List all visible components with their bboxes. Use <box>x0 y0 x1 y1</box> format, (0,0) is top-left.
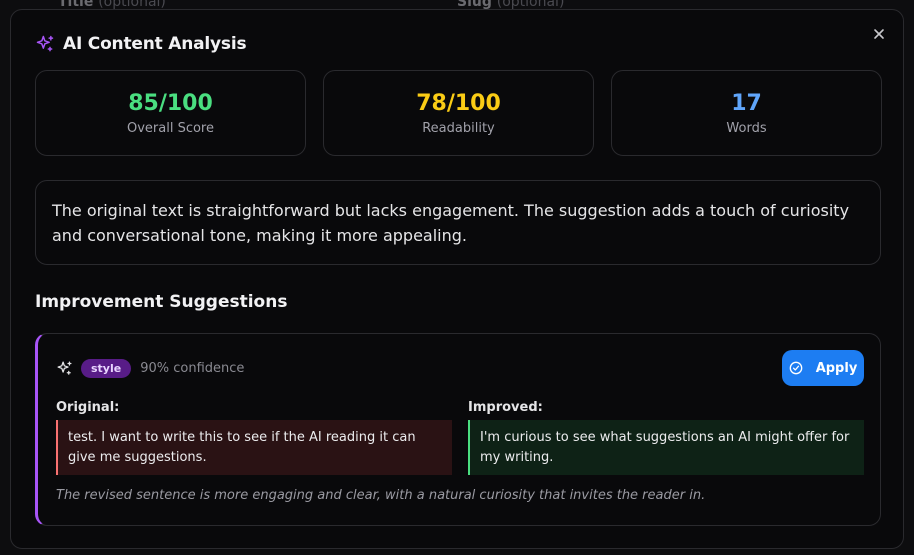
suggestions-heading: Improvement Suggestions <box>35 292 288 312</box>
text-comparison: Original: test. I want to write this to … <box>56 400 864 475</box>
original-label: Original: <box>56 400 120 415</box>
apply-label: Apply <box>815 360 858 376</box>
analysis-summary: The original text is straightforward but… <box>35 180 881 265</box>
stat-words: 17 Words <box>611 70 882 156</box>
sparkles-icon <box>57 360 72 375</box>
improved-label: Improved: <box>468 400 543 415</box>
original-text: test. I want to write this to see if the… <box>56 420 452 475</box>
improved-text: I'm curious to see what suggestions an A… <box>468 420 864 475</box>
apply-button[interactable]: Apply <box>782 350 864 386</box>
confidence-text: 90% confidence <box>140 360 245 376</box>
original-column: Original: test. I want to write this to … <box>56 400 452 475</box>
stat-value: 17 <box>731 90 762 116</box>
suggestion-type-badge: style <box>81 358 132 378</box>
close-icon <box>874 29 884 39</box>
stat-value: 78/100 <box>416 90 501 116</box>
suggestion-reason: The revised sentence is more engaging an… <box>56 488 706 503</box>
stat-label: Overall Score <box>126 120 214 136</box>
stat-readability: 78/100 Readability <box>323 70 594 156</box>
dialog-title: AI Content Analysis <box>63 34 247 54</box>
stats-row: 85/100 Overall Score 78/100 Readability … <box>35 70 882 156</box>
close-button[interactable] <box>871 26 887 42</box>
suggestion-header: style 90% confidence Apply <box>56 350 864 386</box>
suggestion-card: style 90% confidence Apply Original: tes… <box>35 333 881 526</box>
sparkles-icon <box>36 35 54 52</box>
dialog-header: AI Content Analysis <box>35 34 247 54</box>
stat-label: Words <box>726 120 767 136</box>
stat-label: Readability <box>422 120 495 136</box>
stat-value: 85/100 <box>128 90 213 116</box>
stat-overall-score: 85/100 Overall Score <box>35 70 306 156</box>
ai-analysis-dialog: AI Content Analysis 85/100 Overall Score… <box>10 9 904 549</box>
check-circle-icon <box>789 361 803 375</box>
improved-column: Improved: I'm curious to see what sugges… <box>468 400 864 475</box>
